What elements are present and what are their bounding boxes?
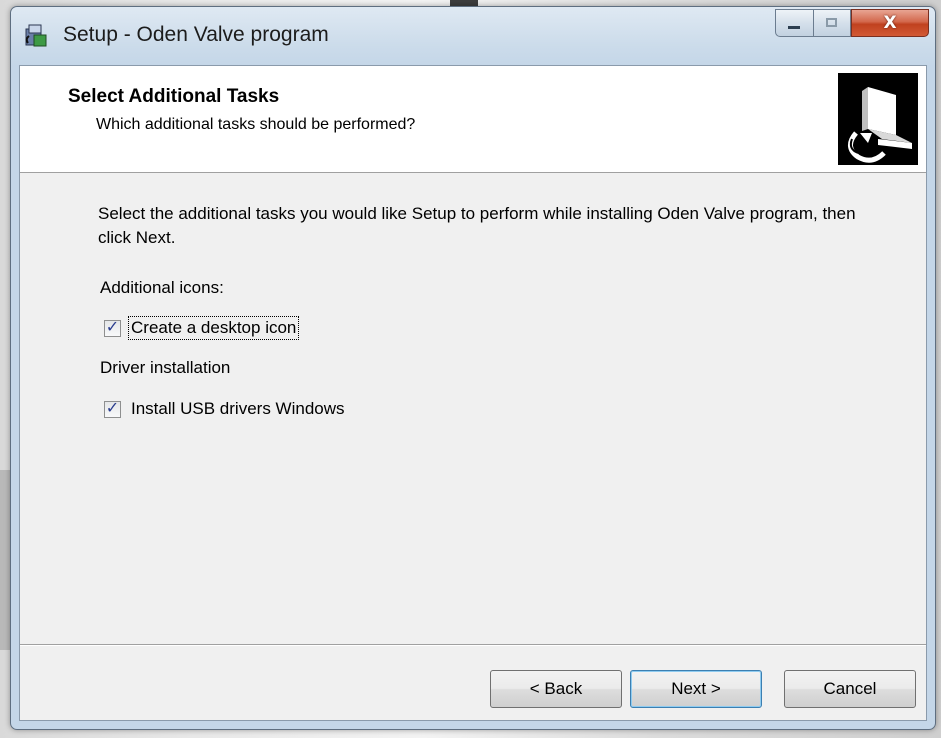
maximize-icon [826, 18, 837, 27]
setup-app-icon [25, 24, 47, 47]
checkmark-icon: ✓ [105, 316, 120, 336]
instructions-text: Select the additional tasks you would li… [98, 204, 856, 247]
page-subtitle: Which additional tasks should be perform… [96, 116, 416, 133]
checkmark-icon: ✓ [105, 397, 120, 417]
group-label-additional-icons: Additional icons: [100, 278, 224, 297]
setup-window: Setup - Oden Valve program X Select Addi… [10, 6, 936, 730]
checkbox-install-usb-drivers[interactable]: ✓ [104, 397, 121, 418]
minimize-button[interactable] [775, 9, 813, 37]
caption-buttons: X [775, 9, 929, 37]
setup-computer-icon [838, 73, 918, 165]
cancel-button[interactable]: Cancel [784, 670, 916, 708]
background-strip [0, 470, 10, 650]
task-install-usb-drivers[interactable]: ✓ Install USB drivers Windows [104, 398, 347, 420]
checkbox-create-desktop-icon[interactable]: ✓ [104, 316, 121, 337]
task-label[interactable]: Create a desktop icon [127, 316, 300, 340]
task-label[interactable]: Install USB drivers Windows [129, 398, 347, 420]
minimize-icon [788, 26, 800, 29]
footer-divider [20, 644, 926, 646]
wizard-header: Select Additional Tasks Which additional… [20, 66, 926, 173]
title-bar[interactable]: Setup - Oden Valve program X [11, 7, 935, 65]
task-create-desktop-icon[interactable]: ✓ Create a desktop icon [104, 316, 300, 340]
close-icon: X [883, 13, 897, 33]
next-button[interactable]: Next > [630, 670, 762, 708]
close-button[interactable]: X [851, 9, 929, 37]
wizard-page: Select Additional Tasks Which additional… [19, 65, 927, 721]
group-label-driver-installation: Driver installation [100, 358, 231, 377]
maximize-button[interactable] [813, 9, 851, 37]
window-title: Setup - Oden Valve program [63, 23, 329, 46]
page-title: Select Additional Tasks [68, 86, 280, 107]
back-button[interactable]: < Back [490, 670, 622, 708]
